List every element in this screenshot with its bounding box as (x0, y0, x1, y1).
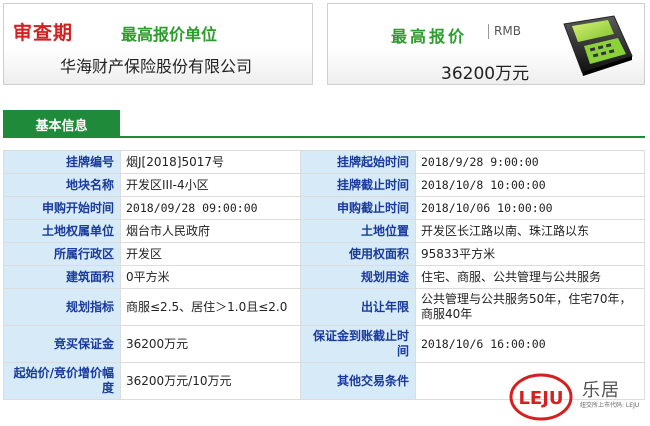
row-label: 土地位置 (300, 219, 416, 243)
tab-basic-info[interactable]: 基本信息 (3, 110, 120, 138)
row-value: 2018/09/28 09:00:00 (120, 196, 301, 220)
row-value: 住宅、商服、公共管理与公共服务 (415, 265, 645, 289)
row-value: 开发区 (120, 242, 301, 266)
row-label: 挂牌截止时间 (300, 173, 416, 197)
leju-logo-icon: LEJU (509, 373, 573, 421)
row-label: 保证金到账截止时间 (300, 325, 416, 363)
pos-terminal-icon (563, 15, 633, 76)
table-row: 地块名称 开发区III-4小区 挂牌截止时间 2018/10/8 10:00:00 (3, 173, 645, 197)
row-value: 2018/10/06 10:00:00 (415, 196, 645, 220)
row-label: 挂牌编号 (3, 150, 121, 174)
leju-sub-text: 纽交所上市代码: LEJU (580, 402, 640, 409)
row-label: 申购截止时间 (300, 196, 416, 220)
price-unit: RMB (488, 24, 521, 39)
row-label: 规划用途 (300, 265, 416, 289)
row-label: 建筑面积 (3, 265, 121, 289)
row-label: 规划指标 (3, 288, 121, 326)
price-panel: 最高报价 RMB 36200万元 (327, 3, 645, 85)
leju-cn-text: 乐居 (582, 380, 620, 401)
bidder-name: 华海财产保险股份有限公司 (60, 57, 253, 76)
row-value: 开发区长江路以南、珠江路以东 (415, 219, 645, 243)
tab-bar: 基本信息 (3, 110, 645, 138)
row-label: 挂牌起始时间 (300, 150, 416, 174)
row-label: 其他交易条件 (300, 362, 416, 400)
row-value: 95833平方米 (415, 242, 645, 266)
leju-brand-text: LEJU (518, 388, 563, 409)
table-row: 申购开始时间 2018/09/28 09:00:00 申购截止时间 2018/10/0… (3, 196, 645, 220)
row-label: 起始价/竞价增价幅度 (3, 362, 121, 400)
bidder-label: 最高报价单位 (121, 25, 218, 44)
row-value: 公共管理与公共服务50年，住宅70年，商服40年 (415, 288, 645, 326)
row-label: 出让年限 (300, 288, 416, 326)
table-row: 所属行政区 开发区 使用权面积 95833平方米 (3, 242, 645, 266)
row-value: 36200万元/10万元 (120, 362, 301, 400)
bidder-panel: 审查期 最高报价单位 华海财产保险股份有限公司 (3, 3, 313, 85)
table-row: 规划指标 商服≤2.5、居住＞1.0且≤2.0 出让年限 公共管理与公共服务50年，住… (3, 288, 645, 326)
row-label: 申购开始时间 (3, 196, 121, 220)
table-row: 竞买保证金 36200万元 保证金到账截止时间 2018/10/6 16:00:00 (3, 325, 645, 363)
row-label: 所属行政区 (3, 242, 121, 266)
row-label: 竞买保证金 (3, 325, 121, 363)
row-value: 36200万元 (120, 325, 301, 363)
leju-watermark: LEJU 乐居 纽交所上市代码: LEJU (508, 372, 648, 422)
row-value: 2018/9/28 9:00:00 (415, 150, 645, 174)
row-value: 开发区III-4小区 (120, 173, 301, 197)
row-label: 地块名称 (3, 173, 121, 197)
row-value: 0平方米 (120, 265, 301, 289)
row-label: 使用权面积 (300, 242, 416, 266)
table-row: 土地权属单位 烟台市人民政府 土地位置 开发区长江路以南、珠江路以东 (3, 219, 645, 243)
row-value: 烟台市人民政府 (120, 219, 301, 243)
row-label: 土地权属单位 (3, 219, 121, 243)
table-row: 挂牌编号 烟J[2018]5017号 挂牌起始时间 2018/9/28 9:00:00 (3, 150, 645, 174)
row-value: 烟J[2018]5017号 (120, 150, 301, 174)
row-value: 2018/10/8 10:00:00 (415, 173, 645, 197)
price-label: 最高报价 (391, 27, 468, 46)
basic-info-table: 挂牌编号 烟J[2018]5017号 挂牌起始时间 2018/9/28 9:00:00… (3, 150, 645, 400)
row-value: 商服≤2.5、居住＞1.0且≤2.0 (120, 288, 301, 326)
status-tag: 审查期 (13, 22, 74, 44)
row-value: 2018/10/6 16:00:00 (415, 325, 645, 363)
table-row: 建筑面积 0平方米 规划用途 住宅、商服、公共管理与公共服务 (3, 265, 645, 289)
price-value: 36200万元 (441, 64, 530, 84)
